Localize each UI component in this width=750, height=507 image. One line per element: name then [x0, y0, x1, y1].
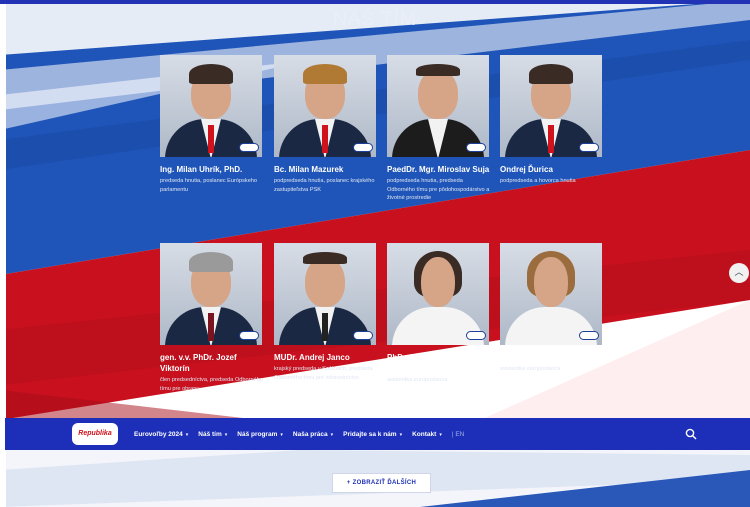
party-logo-badge	[579, 331, 599, 340]
team-member-card[interactable]: PhDr. Michaela Riapošová, MBA asistentka…	[387, 243, 491, 385]
search-icon[interactable]	[685, 428, 697, 440]
team-member-card[interactable]: PaedDr. Mgr. Miroslav Suja podpredseda h…	[387, 55, 491, 203]
team-member-card[interactable]: JUDr. Ivana Slivková asistentka europosl…	[500, 243, 604, 374]
chevron-down-icon: ▾	[224, 431, 228, 438]
member-role: člen predsedníctva, predseda Odborného t…	[160, 377, 263, 392]
member-name[interactable]: gen. v.v. PhDr. Jozef Viktorín	[160, 352, 264, 374]
member-photo[interactable]	[500, 55, 602, 157]
language-switch-en[interactable]: | EN	[452, 431, 465, 438]
member-name[interactable]: Bc. Milan Mazurek	[274, 164, 378, 175]
nav-menu: Eurovoľby 2024 ▾ Náš tím ▾ Náš program ▾ Na…	[134, 418, 464, 450]
member-name[interactable]: PhDr. Michaela Riapošová, MBA	[387, 352, 491, 374]
member-role: krajský predseda v Košiciach, predseda O…	[274, 366, 373, 381]
chevron-down-icon: ▾	[399, 431, 403, 438]
party-logo-badge	[579, 143, 599, 152]
team-member-card[interactable]: Ondrej Ďurica podpredseda a hovorca hnut…	[500, 55, 604, 186]
republika-logo[interactable]: Republika	[72, 423, 118, 445]
team-member-card[interactable]: MUDr. Andrej Janco krajský predseda v Ko…	[274, 243, 378, 382]
team-member-card[interactable]: Bc. Milan Mazurek podpredseda hnutia, po…	[274, 55, 378, 194]
nav-item-nasa-praca[interactable]: Naša práca ▾	[293, 431, 333, 438]
party-logo-badge	[466, 331, 486, 340]
member-role: podpredseda a hovorca hnutia	[500, 178, 576, 184]
member-name[interactable]: MUDr. Andrej Janco	[274, 352, 378, 363]
member-photo[interactable]	[500, 243, 602, 345]
scroll-to-top-button[interactable]: ︿	[729, 263, 749, 283]
member-photo[interactable]	[387, 55, 489, 157]
section-title: NÁŠ TÍM	[333, 9, 417, 30]
member-name[interactable]: Ing. Milan Uhrík, PhD.	[160, 164, 264, 175]
nav-item-eurovolby[interactable]: Eurovoľby 2024 ▾	[134, 431, 188, 438]
chevron-down-icon: ▾	[280, 431, 283, 438]
member-photo[interactable]	[274, 55, 376, 157]
chevron-down-icon: ▾	[185, 431, 189, 438]
member-photo[interactable]	[160, 55, 262, 157]
member-role: asistentka europoslanca	[500, 366, 561, 372]
member-role: podpredseda hnutia, poslanec krajského z…	[274, 178, 375, 193]
member-photo[interactable]	[160, 243, 262, 345]
member-role: predseda hnutia, poslanec Európskeho par…	[160, 178, 258, 193]
member-name[interactable]: PaedDr. Mgr. Miroslav Suja	[387, 164, 491, 175]
page: NÁŠ TÍM Ing. Milan Uhrík, PhD. predseda …	[0, 0, 750, 507]
chevron-down-icon: ▾	[439, 431, 442, 438]
chevron-down-icon: ▾	[330, 431, 334, 438]
chevron-up-icon: ︿	[734, 267, 744, 277]
member-photo[interactable]	[274, 243, 376, 345]
member-name[interactable]: Ondrej Ďurica	[500, 164, 604, 175]
member-role: podpredseda hnutia, predseda Odborného t…	[387, 178, 490, 201]
nav-item-nas-tim[interactable]: Náš tím ▾	[198, 431, 227, 438]
member-name[interactable]: JUDr. Ivana Slivková	[500, 352, 604, 363]
show-more-button[interactable]: + ZOBRAZIŤ ĎALŠÍCH	[332, 473, 431, 493]
team-member-card[interactable]: gen. v.v. PhDr. Jozef Viktorín člen pred…	[160, 243, 264, 393]
main-navigation: Republika Eurovoľby 2024 ▾ Náš tím ▾ Náš p…	[5, 418, 750, 450]
member-photo[interactable]	[387, 243, 489, 345]
party-logo-badge	[353, 331, 373, 340]
party-logo-badge	[239, 143, 259, 152]
nav-item-nas-program[interactable]: Náš program ▾	[237, 431, 283, 438]
party-logo-badge	[239, 331, 259, 340]
party-logo-badge	[353, 143, 373, 152]
nav-item-kontakt[interactable]: Kontakt ▾	[412, 431, 442, 438]
team-member-card[interactable]: Ing. Milan Uhrík, PhD. predseda hnutia, …	[160, 55, 264, 194]
party-logo-badge	[466, 143, 486, 152]
member-role: asistentka europoslanca	[387, 377, 448, 383]
nav-item-pridajte-sa[interactable]: Pridajte sa k nám ▾	[343, 431, 402, 438]
